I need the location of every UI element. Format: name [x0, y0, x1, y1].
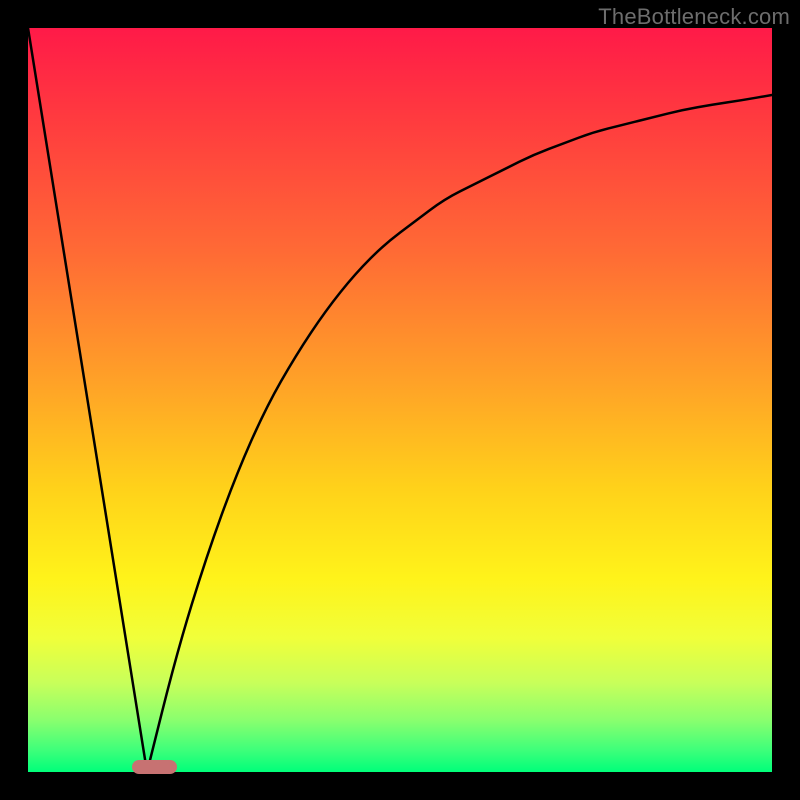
curve-path [28, 28, 772, 772]
watermark-text: TheBottleneck.com [598, 4, 790, 30]
notch-marker [132, 760, 177, 774]
bottleneck-curve [28, 28, 772, 772]
plot-area [28, 28, 772, 772]
chart-frame: TheBottleneck.com [0, 0, 800, 800]
